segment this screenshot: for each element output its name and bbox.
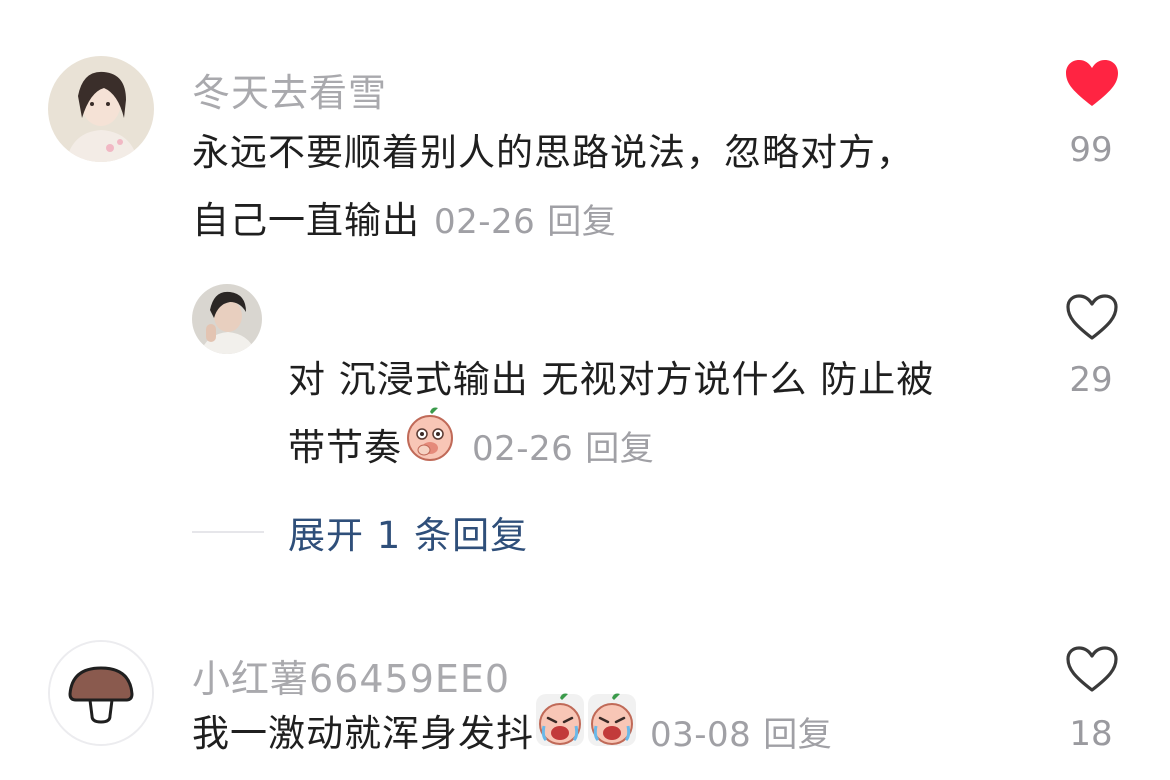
avatar[interactable] bbox=[48, 640, 154, 746]
reply-button[interactable]: 回复 bbox=[763, 715, 832, 755]
comment-date: 03-08 bbox=[650, 715, 752, 755]
peach-emoji-icon bbox=[402, 406, 458, 484]
divider bbox=[192, 531, 264, 533]
comment-text: 我一激动就浑身发抖 03-08 回复 bbox=[192, 693, 1012, 770]
like-button[interactable] bbox=[1062, 644, 1122, 698]
heart-outline-icon bbox=[1066, 294, 1118, 340]
comment-date: 02-26 bbox=[434, 202, 536, 242]
comment-text-tail: 自己一直输出 bbox=[192, 199, 420, 242]
reply-text-line-2: 带节奏 02-26 回复 bbox=[288, 407, 1048, 484]
expand-replies-label[interactable]: 展开 1 条回复 bbox=[288, 505, 528, 559]
reply-text-line: 对 沉浸式输出 无视对方说什么 防止被 bbox=[288, 358, 935, 401]
profile-photo-icon bbox=[192, 284, 262, 354]
expand-replies-button[interactable]: 展开 1 条回复 bbox=[192, 505, 528, 559]
comment-username[interactable]: 小红薯66459EE0 bbox=[192, 648, 510, 703]
like-button[interactable] bbox=[1062, 292, 1122, 346]
comment-text-line: 我一激动就浑身发抖 bbox=[192, 712, 534, 755]
reply-date: 02-26 bbox=[472, 429, 574, 469]
crying-peach-emoji-icon bbox=[534, 692, 586, 770]
like-count: 18 bbox=[1069, 714, 1113, 754]
like-button[interactable] bbox=[1062, 58, 1122, 112]
reply-text: 对 沉浸式输出 无视对方说什么 防止被 带节奏 02-26 回复 bbox=[288, 346, 1048, 484]
reply-button[interactable]: 回复 bbox=[547, 202, 616, 242]
comment-username[interactable]: 冬天去看雪 bbox=[192, 62, 387, 117]
crying-peach-emoji-icon bbox=[586, 692, 638, 770]
avatar[interactable] bbox=[48, 56, 154, 162]
avatar[interactable] bbox=[192, 284, 262, 354]
reply-text-tail: 带节奏 bbox=[288, 426, 402, 469]
like-count: 29 bbox=[1069, 360, 1113, 400]
reply-button[interactable]: 回复 bbox=[585, 429, 654, 469]
like-count: 99 bbox=[1069, 130, 1113, 170]
heart-outline-icon bbox=[1066, 646, 1118, 692]
comment-text: 永远不要顺着别人的思路说法，忽略对方， 自己一直输出 02-26 回复 bbox=[192, 119, 1012, 256]
comment-text-line-2: 自己一直输出 02-26 回复 bbox=[192, 187, 1012, 256]
heart-filled-icon bbox=[1066, 60, 1118, 106]
comment-text-line: 永远不要顺着别人的思路说法，忽略对方， bbox=[192, 131, 914, 174]
profile-photo-icon bbox=[48, 56, 154, 162]
mushroom-icon bbox=[50, 642, 152, 744]
